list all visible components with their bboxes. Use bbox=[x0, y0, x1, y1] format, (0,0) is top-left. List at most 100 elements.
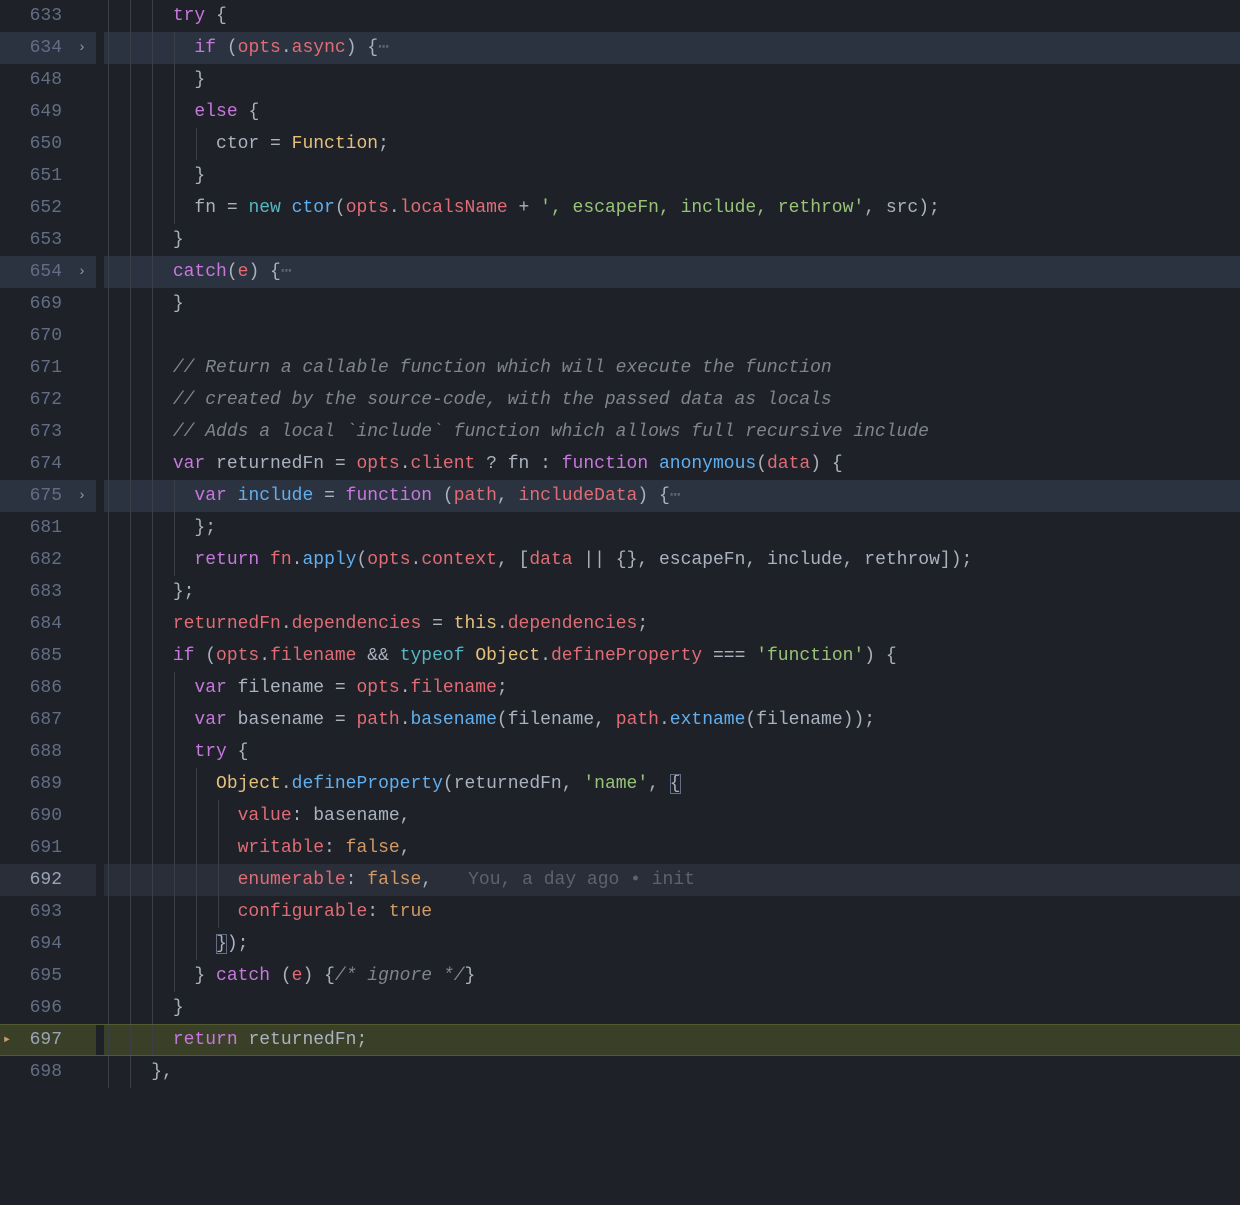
code-content[interactable]: // created by the source-code, with the … bbox=[104, 384, 1240, 416]
code-line[interactable]: 682 return fn.apply(opts.context, [data … bbox=[0, 544, 1240, 576]
execution-marker[interactable] bbox=[0, 992, 14, 1024]
code-line[interactable]: 652 fn = new ctor(opts.localsName + ', e… bbox=[0, 192, 1240, 224]
code-line[interactable]: 687 var basename = path.basename(filenam… bbox=[0, 704, 1240, 736]
code-content[interactable]: try { bbox=[104, 736, 1240, 768]
line-number[interactable]: 691 bbox=[14, 832, 68, 864]
line-number[interactable]: 649 bbox=[14, 96, 68, 128]
fold-toggle[interactable]: › bbox=[68, 480, 96, 512]
fold-toggle[interactable]: › bbox=[68, 32, 96, 64]
code-line[interactable]: 691 writable: false, bbox=[0, 832, 1240, 864]
code-content[interactable]: if (opts.async) {⋯ bbox=[104, 32, 1240, 64]
code-content[interactable]: enumerable: false,You, a day ago • init bbox=[104, 864, 1240, 896]
code-line[interactable]: 673 // Adds a local `include` function w… bbox=[0, 416, 1240, 448]
execution-marker[interactable] bbox=[0, 320, 14, 352]
execution-marker[interactable] bbox=[0, 672, 14, 704]
line-number[interactable]: 672 bbox=[14, 384, 68, 416]
code-line[interactable]: 683 }; bbox=[0, 576, 1240, 608]
code-content[interactable]: catch(e) {⋯ bbox=[104, 256, 1240, 288]
code-line[interactable]: 648 } bbox=[0, 64, 1240, 96]
execution-marker[interactable] bbox=[0, 640, 14, 672]
line-number[interactable]: 689 bbox=[14, 768, 68, 800]
code-content[interactable]: } bbox=[104, 64, 1240, 96]
line-number[interactable]: 683 bbox=[14, 576, 68, 608]
code-content[interactable]: ctor = Function; bbox=[104, 128, 1240, 160]
code-editor[interactable]: 633 try {634› if (opts.async) {⋯648 }649… bbox=[0, 0, 1240, 1088]
line-number[interactable]: 692 bbox=[14, 864, 68, 896]
code-content[interactable]: writable: false, bbox=[104, 832, 1240, 864]
line-number[interactable]: 697 bbox=[14, 1025, 68, 1055]
line-number[interactable]: 693 bbox=[14, 896, 68, 928]
code-line[interactable]: 688 try { bbox=[0, 736, 1240, 768]
code-content[interactable]: // Return a callable function which will… bbox=[104, 352, 1240, 384]
execution-marker[interactable] bbox=[0, 480, 14, 512]
execution-marker[interactable] bbox=[0, 256, 14, 288]
code-content[interactable]: } bbox=[104, 288, 1240, 320]
execution-marker[interactable] bbox=[0, 448, 14, 480]
line-number[interactable]: 670 bbox=[14, 320, 68, 352]
code-content[interactable]: Object.defineProperty(returnedFn, 'name'… bbox=[104, 768, 1240, 800]
line-number[interactable]: 634 bbox=[14, 32, 68, 64]
execution-marker[interactable] bbox=[0, 160, 14, 192]
code-content[interactable]: }); bbox=[104, 928, 1240, 960]
code-line[interactable]: 670 bbox=[0, 320, 1240, 352]
line-number[interactable]: 694 bbox=[14, 928, 68, 960]
line-number[interactable]: 686 bbox=[14, 672, 68, 704]
execution-marker[interactable] bbox=[0, 576, 14, 608]
execution-marker[interactable] bbox=[0, 608, 14, 640]
line-number[interactable]: 669 bbox=[14, 288, 68, 320]
code-line[interactable]: ▸697 return returnedFn; bbox=[0, 1024, 1240, 1056]
code-content[interactable]: if (opts.filename && typeof Object.defin… bbox=[104, 640, 1240, 672]
code-content[interactable]: try { bbox=[104, 0, 1240, 32]
code-content[interactable]: returnedFn.dependencies = this.dependenc… bbox=[104, 608, 1240, 640]
code-content[interactable]: } bbox=[104, 160, 1240, 192]
line-number[interactable]: 673 bbox=[14, 416, 68, 448]
code-content[interactable]: return fn.apply(opts.context, [data || {… bbox=[104, 544, 1240, 576]
execution-marker[interactable] bbox=[0, 864, 14, 896]
line-number[interactable]: 684 bbox=[14, 608, 68, 640]
code-content[interactable]: } bbox=[104, 224, 1240, 256]
execution-marker[interactable]: ▸ bbox=[0, 1025, 14, 1055]
execution-marker[interactable] bbox=[0, 128, 14, 160]
execution-marker[interactable] bbox=[0, 800, 14, 832]
line-number[interactable]: 688 bbox=[14, 736, 68, 768]
code-line[interactable]: 649 else { bbox=[0, 96, 1240, 128]
code-line[interactable]: 694 }); bbox=[0, 928, 1240, 960]
line-number[interactable]: 652 bbox=[14, 192, 68, 224]
code-line[interactable]: 684 returnedFn.dependencies = this.depen… bbox=[0, 608, 1240, 640]
code-line[interactable]: 696 } bbox=[0, 992, 1240, 1024]
execution-marker[interactable] bbox=[0, 0, 14, 32]
line-number[interactable]: 651 bbox=[14, 160, 68, 192]
code-line[interactable]: 651 } bbox=[0, 160, 1240, 192]
code-content[interactable]: var returnedFn = opts.client ? fn : func… bbox=[104, 448, 1240, 480]
code-content[interactable]: return returnedFn; bbox=[104, 1025, 1240, 1055]
code-line[interactable]: 685 if (opts.filename && typeof Object.d… bbox=[0, 640, 1240, 672]
code-content[interactable]: }, bbox=[104, 1056, 1240, 1088]
line-number[interactable]: 695 bbox=[14, 960, 68, 992]
code-content[interactable]: // Adds a local `include` function which… bbox=[104, 416, 1240, 448]
code-line[interactable]: 653 } bbox=[0, 224, 1240, 256]
line-number[interactable]: 681 bbox=[14, 512, 68, 544]
fold-toggle[interactable]: › bbox=[68, 256, 96, 288]
execution-marker[interactable] bbox=[0, 192, 14, 224]
execution-marker[interactable] bbox=[0, 832, 14, 864]
execution-marker[interactable] bbox=[0, 288, 14, 320]
execution-marker[interactable] bbox=[0, 544, 14, 576]
line-number[interactable]: 648 bbox=[14, 64, 68, 96]
code-line[interactable]: 671 // Return a callable function which … bbox=[0, 352, 1240, 384]
execution-marker[interactable] bbox=[0, 224, 14, 256]
code-content[interactable]: }; bbox=[104, 512, 1240, 544]
line-number[interactable]: 650 bbox=[14, 128, 68, 160]
code-content[interactable]: else { bbox=[104, 96, 1240, 128]
line-number[interactable]: 696 bbox=[14, 992, 68, 1024]
execution-marker[interactable] bbox=[0, 64, 14, 96]
line-number[interactable]: 698 bbox=[14, 1056, 68, 1088]
code-content[interactable]: configurable: true bbox=[104, 896, 1240, 928]
execution-marker[interactable] bbox=[0, 928, 14, 960]
execution-marker[interactable] bbox=[0, 352, 14, 384]
code-line[interactable]: 693 configurable: true bbox=[0, 896, 1240, 928]
code-content[interactable]: var include = function (path, includeDat… bbox=[104, 480, 1240, 512]
code-content[interactable]: fn = new ctor(opts.localsName + ', escap… bbox=[104, 192, 1240, 224]
execution-marker[interactable] bbox=[0, 960, 14, 992]
code-line[interactable]: 674 var returnedFn = opts.client ? fn : … bbox=[0, 448, 1240, 480]
execution-marker[interactable] bbox=[0, 416, 14, 448]
